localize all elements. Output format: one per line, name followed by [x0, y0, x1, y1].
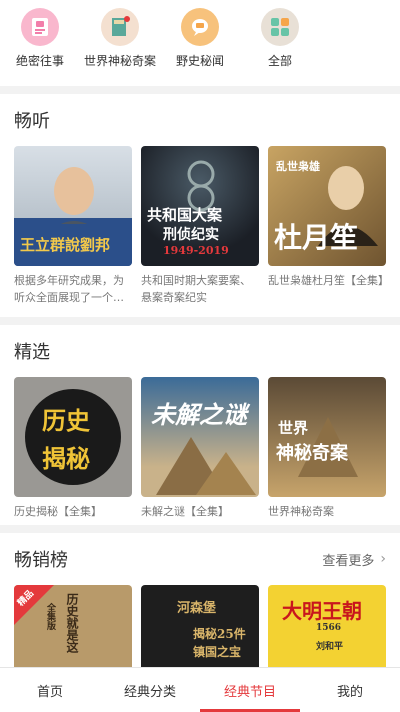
section-changxiao: 畅销榜 查看更多 › 精品 历史就是这 全集版 河森堡 揭秘25件 镇国之宝 大… [0, 533, 400, 671]
case-book-icon [101, 8, 139, 46]
see-more-link[interactable]: 查看更多 › [322, 550, 386, 569]
album-cover: 河森堡 揭秘25件 镇国之宝 [141, 585, 259, 671]
album-title: 未解之谜【全集】 [141, 505, 229, 518]
section-title: 畅销榜 [14, 550, 68, 571]
album-card[interactable]: 王立群說劉邦 根据多年研究成果，为听众全面展现了一个… [14, 146, 132, 308]
nav-categories[interactable]: 经典分类 [100, 668, 200, 712]
secret-file-icon [21, 8, 59, 46]
album-card[interactable]: 河森堡 揭秘25件 镇国之宝 [141, 585, 259, 671]
section-jingxuan: 精选 历史 揭秘 历史揭秘【全集】 未解之谜 未解之谜【全集】 世界 神秘奇案 … [0, 325, 400, 525]
album-card[interactable]: 精品 历史就是这 全集版 [14, 585, 132, 671]
nav-mine[interactable]: 我的 [300, 668, 400, 712]
category-label: 野史秘闻 [175, 54, 224, 68]
album-card[interactable]: 乱世枭雄 杜月笙 乱世枭雄杜月笙【全集】 [268, 146, 386, 308]
album-cover: 历史 揭秘 [14, 377, 132, 497]
category-all[interactable]: 全部 [240, 8, 320, 86]
category-secret-past[interactable]: 绝密往事 [0, 8, 80, 86]
album-card[interactable]: 历史 揭秘 历史揭秘【全集】 [14, 377, 132, 539]
section-title: 精选 [14, 342, 50, 363]
album-cover: 王立群說劉邦 [14, 146, 132, 266]
album-card[interactable]: 世界 神秘奇案 世界神秘奇案 [268, 377, 386, 539]
album-cover: 精品 历史就是这 全集版 [14, 585, 132, 671]
album-title: 世界神秘奇案 [268, 505, 334, 518]
chat-bubble-icon [181, 8, 219, 46]
album-cover: 世界 神秘奇案 [268, 377, 386, 497]
section-title: 畅听 [14, 111, 50, 132]
nav-home[interactable]: 首页 [0, 668, 100, 712]
category-world-mystery[interactable]: 世界神秘奇案 [80, 8, 160, 86]
album-title: 历史揭秘【全集】 [14, 505, 102, 518]
album-title: 共和国时期大案要案、悬案奇案纪实 [141, 274, 251, 304]
category-label: 绝密往事 [15, 54, 64, 68]
section-changting: 畅听 王立群說劉邦 根据多年研究成果，为听众全面展现了一个… 共和国大案 刑侦纪… [0, 94, 400, 317]
album-title: 根据多年研究成果，为听众全面展现了一个… [14, 274, 124, 304]
album-cover: 未解之谜 [141, 377, 259, 497]
category-label: 全部 [267, 54, 292, 68]
album-card[interactable]: 大明王朝 1566 刘和平 [268, 585, 386, 671]
album-cover: 乱世枭雄 杜月笙 [268, 146, 386, 266]
category-label: 世界神秘奇案 [83, 54, 156, 68]
album-cover: 大明王朝 1566 刘和平 [268, 585, 386, 671]
grid-icon [261, 8, 299, 46]
album-cover: 共和国大案 刑侦纪实 1949-2019 [141, 146, 259, 266]
bottom-nav: 首页 经典分类 经典节目 我的 [0, 667, 400, 712]
album-card[interactable]: 共和国大案 刑侦纪实 1949-2019 共和国时期大案要案、悬案奇案纪实 [141, 146, 259, 308]
album-card[interactable]: 未解之谜 未解之谜【全集】 [141, 377, 259, 539]
album-title: 乱世枭雄杜月笙【全集】 [268, 274, 386, 287]
top-categories: 绝密往事 世界神秘奇案 野史秘闻 全部 [0, 0, 400, 86]
chevron-right-icon: › [380, 551, 386, 567]
category-unofficial-history[interactable]: 野史秘闻 [160, 8, 240, 86]
nav-classic-programs[interactable]: 经典节目 [200, 668, 300, 712]
